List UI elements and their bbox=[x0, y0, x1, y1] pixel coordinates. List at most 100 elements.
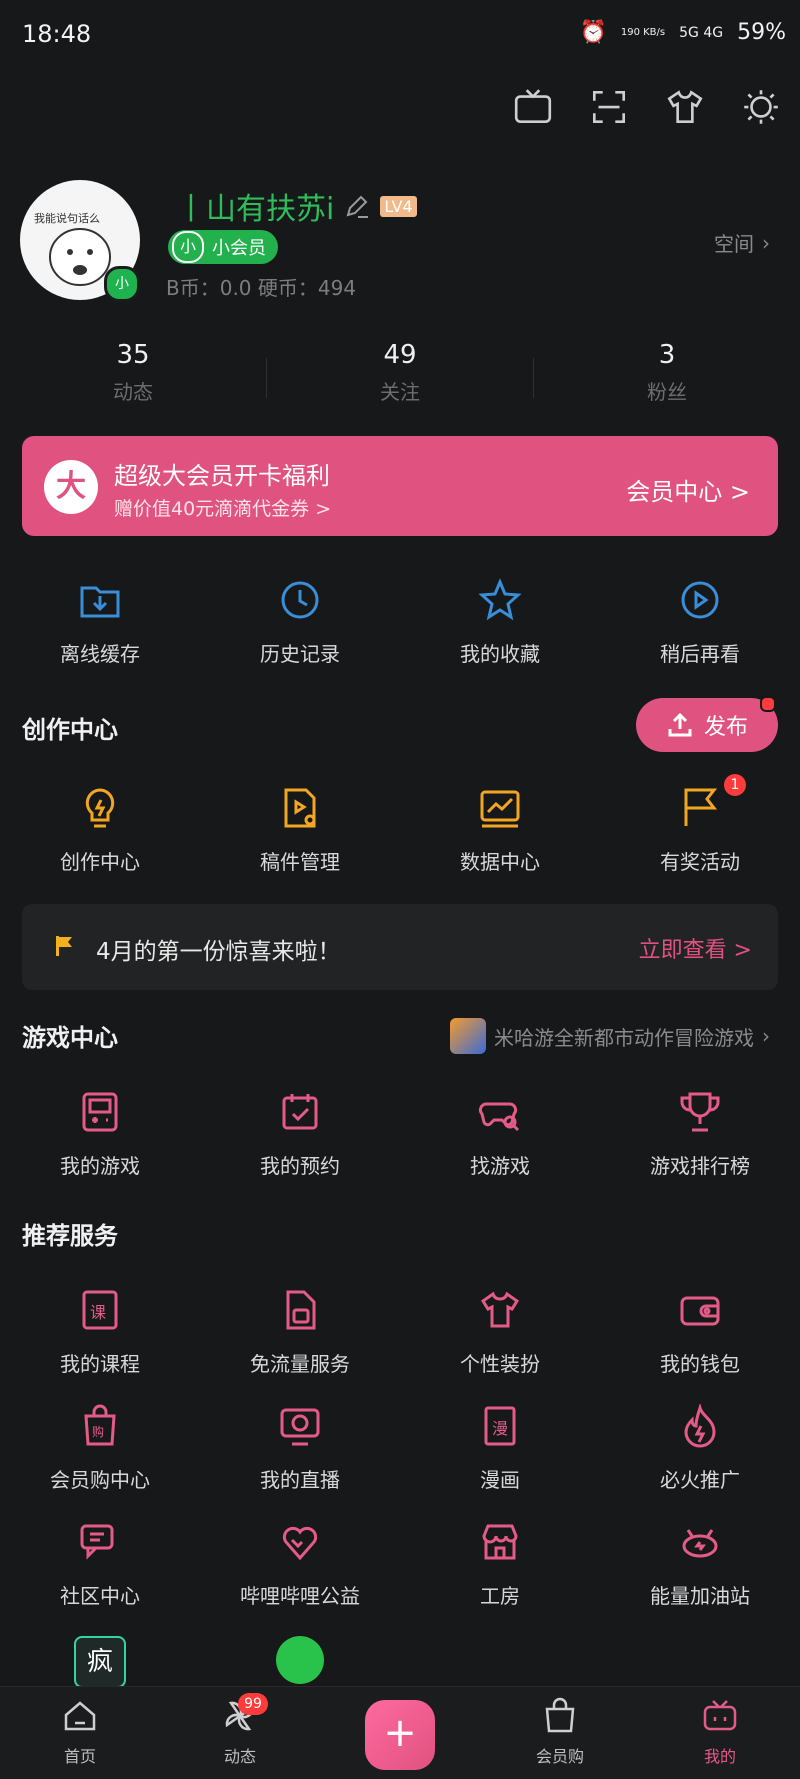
service-promotion[interactable]: 必火推广 bbox=[600, 1402, 800, 1493]
star-icon bbox=[478, 578, 522, 621]
service-courses[interactable]: 课 我的课程 bbox=[0, 1288, 200, 1377]
svg-text:漫: 漫 bbox=[492, 1419, 508, 1438]
service-dressup[interactable]: 个性装扮 bbox=[400, 1288, 600, 1377]
wallet-icon bbox=[680, 1296, 720, 1326]
publish-button[interactable]: 发布 bbox=[636, 696, 778, 752]
publish-label: 发布 bbox=[703, 715, 748, 740]
top-toolbar bbox=[512, 86, 782, 128]
crazy-app-icon: 疯 bbox=[74, 1636, 126, 1688]
empty-cell bbox=[400, 1636, 600, 1688]
lightbulb-icon bbox=[85, 788, 115, 828]
surprise-banner[interactable]: 4月的第一份惊喜来啦！ 立即查看 > bbox=[22, 904, 778, 990]
services-title: 推荐服务 bbox=[22, 1222, 118, 1250]
service-crazy[interactable]: 疯 bbox=[0, 1636, 200, 1688]
plus-icon: + bbox=[365, 1700, 435, 1770]
username[interactable]: 丨山有扶苏i bbox=[176, 184, 334, 228]
service-label: 会员购中心 bbox=[50, 1468, 150, 1492]
clock: 18:48 bbox=[22, 20, 92, 48]
svg-text:课: 课 bbox=[90, 1303, 106, 1322]
network-speed: 190 KB/s bbox=[620, 27, 666, 38]
tab-label: 首页 bbox=[63, 1747, 96, 1766]
alarm-icon: ⏰ bbox=[579, 20, 607, 45]
banner-action[interactable]: 立即查看 > bbox=[639, 932, 752, 964]
service-workshop[interactable]: 工房 bbox=[400, 1520, 600, 1609]
services-row-3: 社区中心 哔哩哔哩公益 工房 能量加油站 bbox=[0, 1520, 800, 1609]
tab-home[interactable]: 首页 bbox=[0, 1687, 160, 1779]
battery: 59% bbox=[737, 20, 786, 45]
member-icon: 小 bbox=[172, 231, 204, 263]
my-games[interactable]: 我的游戏 bbox=[0, 1090, 200, 1179]
vip-center-link[interactable]: 会员中心 > bbox=[626, 472, 750, 507]
service-label: 我的钱包 bbox=[660, 1352, 740, 1376]
service-community[interactable]: 社区中心 bbox=[0, 1520, 200, 1609]
stat-label: 粉丝 bbox=[647, 380, 687, 404]
service-wallet[interactable]: 我的钱包 bbox=[600, 1288, 800, 1377]
service-label: 漫画 bbox=[480, 1468, 520, 1492]
game-items: 我的游戏 我的预约 找游戏 游戏排行榜 bbox=[0, 1090, 800, 1179]
stat-label: 动态 bbox=[113, 380, 153, 404]
service-label: 社区中心 bbox=[60, 1584, 140, 1608]
member-badge[interactable]: 小 小会员 bbox=[168, 230, 278, 264]
calendar-check-icon bbox=[282, 1094, 318, 1130]
service-label: 个性装扮 bbox=[460, 1352, 540, 1376]
creation-label: 有奖活动 bbox=[660, 850, 740, 874]
gameboy-icon bbox=[82, 1092, 118, 1132]
tab-dynamics[interactable]: 99 动态 bbox=[160, 1687, 320, 1779]
signal-icon: 5G 4G bbox=[679, 24, 724, 41]
stat-fans[interactable]: 3 粉丝 bbox=[534, 340, 800, 405]
creation-center[interactable]: 创作中心 bbox=[0, 786, 200, 875]
tab-publish[interactable]: + bbox=[320, 1687, 480, 1779]
chat-bubbles-icon bbox=[80, 1524, 114, 1560]
quick-watch-later[interactable]: 稍后再看 bbox=[600, 578, 800, 667]
download-folder-icon bbox=[80, 586, 120, 618]
service-charity[interactable]: 哔哩哔哩公益 bbox=[200, 1520, 400, 1609]
service-label: 免流量服务 bbox=[250, 1352, 350, 1376]
manuscript-manage[interactable]: 稿件管理 bbox=[200, 786, 400, 875]
status-right: ⏰ 190 KB/s 5G 4G 59% bbox=[579, 20, 786, 45]
quick-offline[interactable]: 离线缓存 bbox=[0, 578, 200, 667]
quick-favorites[interactable]: 我的收藏 bbox=[400, 578, 600, 667]
avatar-badge: 小 bbox=[104, 266, 140, 302]
services-row-2: 购 会员购中心 我的直播 漫 漫画 必火推广 bbox=[0, 1402, 800, 1493]
shopping-bag-icon: 购 bbox=[84, 1404, 116, 1446]
data-center[interactable]: 数据中心 bbox=[400, 786, 600, 875]
game-hint: 米哈游全新都市动作冒险游戏 bbox=[494, 1025, 754, 1050]
game-label: 我的预约 bbox=[260, 1154, 340, 1178]
service-manga[interactable]: 漫 漫画 bbox=[400, 1404, 600, 1493]
service-energy-station[interactable]: 能量加油站 bbox=[600, 1520, 800, 1609]
game-promo[interactable]: 米哈游全新都市动作冒险游戏 › bbox=[450, 1018, 770, 1054]
service-label: 我的直播 bbox=[260, 1468, 340, 1492]
stat-dynamics[interactable]: 35 动态 bbox=[0, 340, 266, 405]
find-games[interactable]: 找游戏 bbox=[400, 1090, 600, 1179]
banner-text: 4月的第一份惊喜来啦！ bbox=[96, 939, 341, 965]
service-green-app[interactable] bbox=[200, 1636, 400, 1688]
activity-badge: 1 bbox=[724, 774, 746, 796]
tshirt-icon[interactable] bbox=[664, 86, 706, 128]
reward-activities[interactable]: 1 有奖活动 bbox=[600, 774, 800, 875]
stat-following[interactable]: 49 关注 bbox=[267, 340, 533, 405]
service-member-shop[interactable]: 购 会员购中心 bbox=[0, 1404, 200, 1493]
my-reservations[interactable]: 我的预约 bbox=[200, 1090, 400, 1179]
game-ranking[interactable]: 游戏排行榜 bbox=[600, 1090, 800, 1179]
member-label: 小会员 bbox=[212, 238, 266, 259]
tv-cast-icon[interactable] bbox=[512, 86, 554, 128]
quick-label: 稍后再看 bbox=[660, 642, 740, 666]
game-label: 我的游戏 bbox=[60, 1154, 140, 1178]
edit-icon[interactable] bbox=[344, 193, 370, 219]
status-bar: 18:48 ⏰ 190 KB/s 5G 4G 59% bbox=[0, 0, 800, 72]
service-live[interactable]: 我的直播 bbox=[200, 1404, 400, 1493]
service-free-data[interactable]: 免流量服务 bbox=[200, 1288, 400, 1377]
bilibili-tv-icon bbox=[703, 1700, 737, 1731]
space-label: 空间 bbox=[714, 232, 754, 256]
tab-mine[interactable]: 我的 bbox=[640, 1687, 800, 1779]
scan-icon[interactable] bbox=[588, 86, 630, 128]
tab-member-shop[interactable]: 会员购 bbox=[480, 1687, 640, 1779]
quick-history[interactable]: 历史记录 bbox=[200, 578, 400, 667]
space-link[interactable]: 空间 › bbox=[714, 228, 770, 257]
theme-icon[interactable] bbox=[740, 86, 782, 128]
creation-items: 创作中心 稿件管理 数据中心 1 有奖活动 bbox=[0, 774, 800, 875]
vip-banner[interactable]: 大 超级大会员开卡福利 赠价值40元滴滴代金券 > 会员中心 > bbox=[22, 436, 778, 536]
manga-icon: 漫 bbox=[484, 1406, 516, 1446]
manuscript-icon bbox=[284, 788, 316, 828]
vip-title: 超级大会员开卡福利 bbox=[114, 462, 330, 490]
